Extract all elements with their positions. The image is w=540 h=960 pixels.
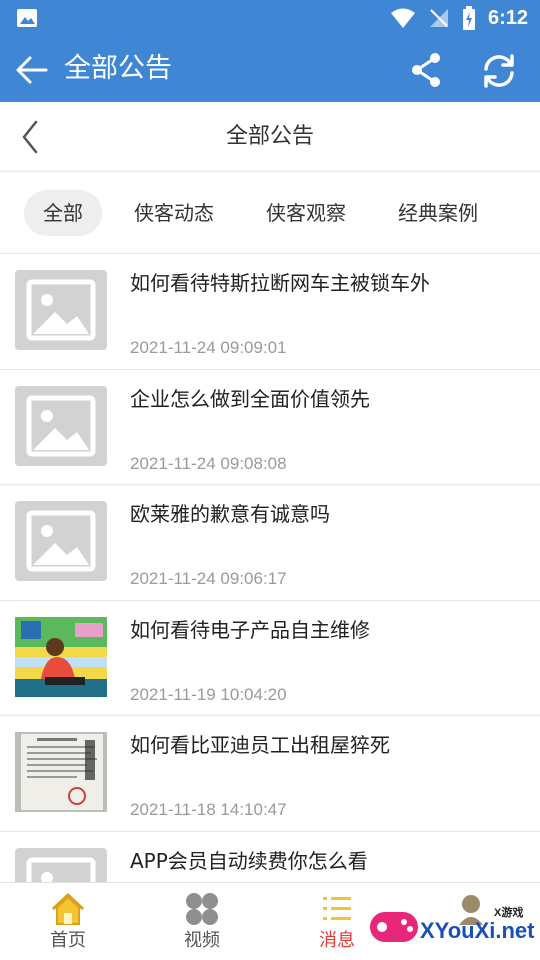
nav-video-label: 视频	[184, 930, 220, 951]
article-title: 如何看待电子产品自主维修	[130, 617, 370, 642]
page-title: 全部公告	[225, 124, 314, 149]
wifi-icon	[390, 8, 415, 28]
article-title: 如何看比亚迪员工出租屋猝死	[130, 733, 390, 757]
list-item[interactable]: 如何看比亚迪员工出租屋猝死 2021-11-18 14:10:47	[0, 716, 540, 832]
article-time: 2021-11-24 09:09:01	[130, 338, 287, 357]
document-photo-image	[15, 732, 107, 812]
app-bar-title: 全部公告	[64, 53, 172, 84]
nav-home-label: 首页	[50, 930, 86, 951]
placeholder-image-icon	[15, 270, 107, 350]
article-title: 如何看待特斯拉断网车主被锁车外	[130, 271, 430, 295]
clock: 6:12	[487, 6, 528, 29]
battery-icon	[462, 6, 475, 30]
video-icon	[186, 893, 218, 925]
list-item[interactable]: 如何看待特斯拉断网车主被锁车外 2021-11-24 09:09:01	[0, 254, 540, 370]
watermark-text: XYouXi.net	[420, 918, 535, 943]
tab-xiake-news[interactable]: 侠客动态	[124, 190, 224, 236]
article-time: 2021-11-24 09:06:17	[130, 569, 287, 588]
list-item[interactable]: 如何看待电子产品自主维修 2021-11-19 10:04:20	[0, 601, 540, 716]
gamepad-logo-icon	[370, 912, 418, 942]
list-item[interactable]: 企业怎么做到全面价值领先 2021-11-24 09:08:08	[0, 370, 540, 485]
article-time: 2021-11-19 10:04:20	[130, 684, 287, 704]
placeholder-image-icon	[15, 501, 107, 581]
article-title: APP会员自动续费你怎么看	[130, 848, 368, 873]
tab-xiake-observation[interactable]: 侠客观察	[256, 190, 356, 236]
repair-illustration-image	[15, 616, 107, 697]
share-icon[interactable]	[406, 50, 446, 90]
placeholder-image-icon	[15, 385, 107, 466]
home-icon	[51, 893, 85, 925]
watermark-logo: X游戏 XYouXi.net	[368, 890, 536, 956]
article-time: 2021-11-18 14:10:47	[130, 800, 287, 819]
refresh-icon[interactable]	[478, 50, 520, 92]
no-signal-icon	[429, 9, 448, 27]
article-list: 如何看待特斯拉断网车主被锁车外 2021-11-24 09:09:01 企业怎么…	[0, 254, 540, 947]
tab-all[interactable]: 全部	[24, 190, 102, 236]
image-notification-icon	[17, 9, 37, 27]
category-tabs: 全部 侠客动态 侠客观察 经典案例	[0, 172, 540, 254]
nav-video[interactable]: 视频	[157, 883, 247, 960]
list-item[interactable]: 欧莱雅的歉意有诚意吗 2021-11-24 09:06:17	[0, 485, 540, 601]
app-bar: 全部公告	[0, 36, 540, 102]
tab-classic-cases[interactable]: 经典案例	[388, 190, 488, 236]
nav-home[interactable]: 首页	[23, 883, 113, 960]
back-arrow-icon[interactable]	[12, 50, 52, 90]
status-bar: 6:12	[0, 0, 540, 36]
list-icon	[323, 897, 351, 920]
article-title: 欧莱雅的歉意有诚意吗	[130, 502, 330, 526]
article-time: 2021-11-24 09:08:08	[130, 453, 287, 473]
article-title: 企业怎么做到全面价值领先	[130, 386, 370, 411]
page-header: 全部公告	[0, 102, 540, 172]
